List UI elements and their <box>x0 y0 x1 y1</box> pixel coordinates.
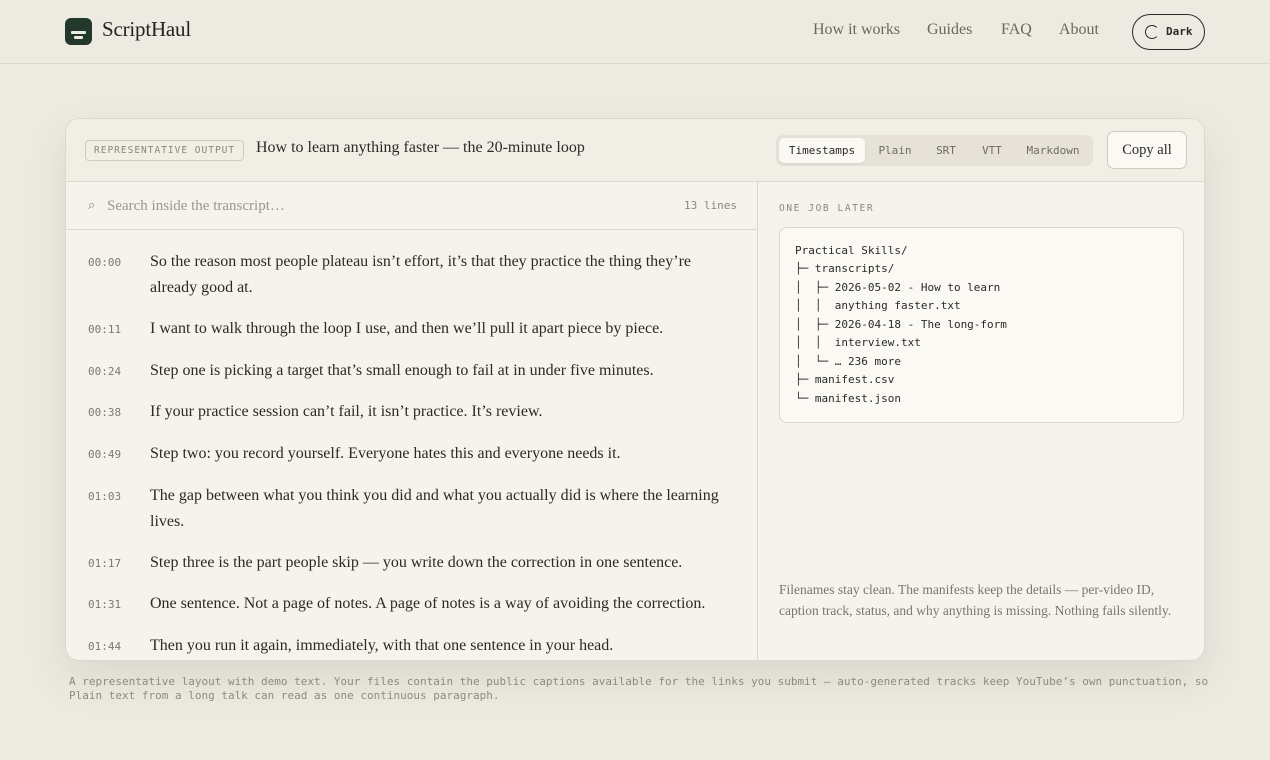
tab-timestamps[interactable]: Timestamps <box>779 138 865 163</box>
tree-item: ├─ transcripts/ <box>795 262 895 275</box>
tree-item: │ │ interview.txt <box>795 336 921 349</box>
copy-all-button[interactable]: Copy all <box>1107 131 1187 169</box>
line-text: Then you run it again, immediately, with… <box>150 637 614 654</box>
timestamp[interactable]: 00:38 <box>88 406 121 419</box>
tab-markdown[interactable]: Markdown <box>1017 138 1089 163</box>
file-tree: Practical Skills/ ├─ transcripts/ │ ├─ 2… <box>779 227 1184 423</box>
line-text: One sentence. Not a page of notes. A pag… <box>150 595 706 612</box>
tree-item: │ ├─ 2026-05-02 - How to learn <box>795 281 1001 294</box>
half-moon-icon <box>1145 25 1159 39</box>
tree-item: ├─ manifest.csv <box>795 373 895 386</box>
timestamp[interactable]: 01:31 <box>88 598 121 611</box>
top-bar: ScriptHaul How it works Guides FAQ About… <box>0 0 1270 64</box>
tree-item: │ ├─ 2026-04-18 - The long-form <box>795 318 1007 331</box>
timestamp[interactable]: 01:17 <box>88 557 121 570</box>
timestamp[interactable]: 01:03 <box>88 490 121 503</box>
tab-srt[interactable]: SRT <box>925 138 967 163</box>
transcript-search: ⌕ 13 lines <box>66 182 757 230</box>
nav-link-guides[interactable]: Guides <box>927 21 972 39</box>
representative-badge: REPRESENTATIVE OUTPUT <box>85 140 245 161</box>
nav-link-how-it-works[interactable]: How it works <box>813 21 900 39</box>
line-count: 13 lines <box>684 199 737 212</box>
theme-toggle-label: Dark <box>1166 25 1193 38</box>
tree-item: │ │ anything faster.txt <box>795 299 961 312</box>
format-tabs: Timestamps Plain SRT VTT Markdown <box>776 135 1093 166</box>
nav-link-about[interactable]: About <box>1059 21 1099 39</box>
tab-vtt[interactable]: VTT <box>971 138 1013 163</box>
tree-item: │ └─ … 236 more <box>795 355 901 368</box>
timestamp[interactable]: 00:00 <box>88 256 121 269</box>
line-text: I want to walk through the loop I use, a… <box>150 320 664 337</box>
side-label: ONE JOB LATER <box>779 203 875 214</box>
tree-item: Practical Skills/ <box>795 244 908 257</box>
transcript-card: REPRESENTATIVE OUTPUT How to learn anyth… <box>65 118 1205 661</box>
theme-toggle-button[interactable]: Dark <box>1132 14 1205 50</box>
tab-plain[interactable]: Plain <box>869 138 921 163</box>
line-text: If your practice session can’t fail, it … <box>150 403 543 420</box>
line-text: So the reason most people plateau isn’t … <box>150 253 692 296</box>
timestamp[interactable]: 01:44 <box>88 640 121 653</box>
line-text: Step one is picking a target that’s smal… <box>150 362 654 379</box>
document-logo-icon[interactable] <box>65 18 92 45</box>
footnote: A representative layout with demo text. … <box>69 675 1209 702</box>
search-icon: ⌕ <box>88 197 96 212</box>
brand-name[interactable]: ScriptHaul <box>102 17 191 42</box>
side-note: Filenames stay clean. The manifests keep… <box>779 582 1172 618</box>
timestamp[interactable]: 00:49 <box>88 448 121 461</box>
timestamp[interactable]: 00:24 <box>88 365 121 378</box>
transcript-pane: ⌕ 13 lines 00:00 So the reason most peop… <box>66 182 758 660</box>
tree-item: └─ manifest.json <box>795 392 901 405</box>
line-text: Step two: you record yourself. Everyone … <box>150 445 621 462</box>
search-input[interactable] <box>107 194 627 218</box>
video-title: How to learn anything faster — the 20-mi… <box>256 139 585 156</box>
line-text: Step three is the part people skip — you… <box>150 554 683 571</box>
nav-link-faq[interactable]: FAQ <box>1001 21 1032 39</box>
card-header: REPRESENTATIVE OUTPUT How to learn anyth… <box>66 119 1204 182</box>
output-preview-pane: ONE JOB LATER Practical Skills/ ├─ trans… <box>758 182 1204 660</box>
line-text: The gap between what you think you did a… <box>150 487 719 530</box>
timestamp[interactable]: 00:11 <box>88 323 121 336</box>
